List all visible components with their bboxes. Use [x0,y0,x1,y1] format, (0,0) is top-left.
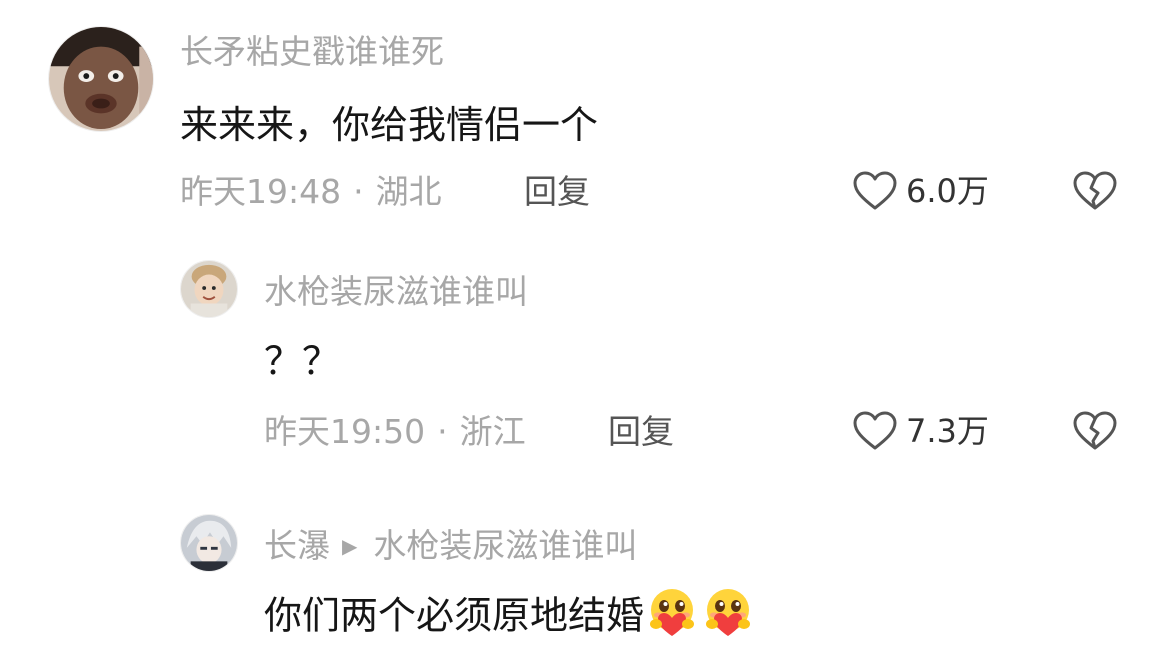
avatar-photo-child [181,261,237,317]
comment-text-content: 你们两个必须原地结婚 [264,593,645,638]
comment-text: ？？ [264,339,341,383]
comment-item: 长矛粘史戳谁谁死 来来来，你给我情侣一个 昨天19:48 · 湖北 回复 6.0万 [0,0,1174,230]
dislike-button[interactable] [1072,170,1118,212]
hugging-heart-emoji [644,584,700,640]
reply-button[interactable]: 回复 [608,412,674,452]
avatar-photo-face [49,27,153,131]
comment-time: 昨天19:48 [180,172,342,211]
reply-to-username[interactable]: 水枪装尿滋谁谁叫 [373,526,637,565]
dislike-button[interactable] [1072,410,1118,452]
avatar[interactable] [180,514,238,572]
separator-dot: · [437,412,448,451]
like-count: 6.0万 [906,172,989,210]
separator-dot: · [353,172,364,211]
avatar[interactable] [48,26,154,132]
triangle-right-icon: ▶ [342,534,358,558]
comment-time: 昨天19:50 [264,412,426,451]
comment-location: 湖北 [375,172,442,211]
reply-item: 长瀑 ▶ 水枪装尿滋谁谁叫 你们两个必须原地结婚 [0,500,1174,658]
comment-username[interactable]: 长矛粘史戳谁谁死 [180,32,444,72]
avatar-photo-anime [181,515,237,571]
reply-button[interactable]: 回复 [524,172,590,212]
like-button[interactable]: 7.3万 [852,410,989,452]
heart-outline-icon [853,171,897,210]
reply-item: 水枪装尿滋谁谁叫 ？？ 昨天19:50 · 浙江 回复 7.3万 [0,240,1174,480]
comment-text: 你们两个必须原地结婚 [264,589,756,646]
comment-username[interactable]: 水枪装尿滋谁谁叫 [264,272,528,312]
comment-meta: 昨天19:50 · 浙江 [264,412,526,452]
avatar[interactable] [180,260,238,318]
broken-heart-icon [1073,411,1117,450]
like-count: 7.3万 [906,412,989,450]
comment-username[interactable]: 长瀑 [264,526,330,565]
broken-heart-icon [1073,171,1117,210]
comment-location: 浙江 [459,412,526,451]
comment-text: 来来来，你给我情侣一个 [180,103,599,147]
like-button[interactable]: 6.0万 [852,170,989,212]
heart-outline-icon [853,411,897,450]
comment-meta: 昨天19:48 · 湖北 [180,172,442,212]
reply-header: 长瀑 ▶ 水枪装尿滋谁谁叫 [264,526,637,570]
hugging-heart-emoji [700,584,756,640]
